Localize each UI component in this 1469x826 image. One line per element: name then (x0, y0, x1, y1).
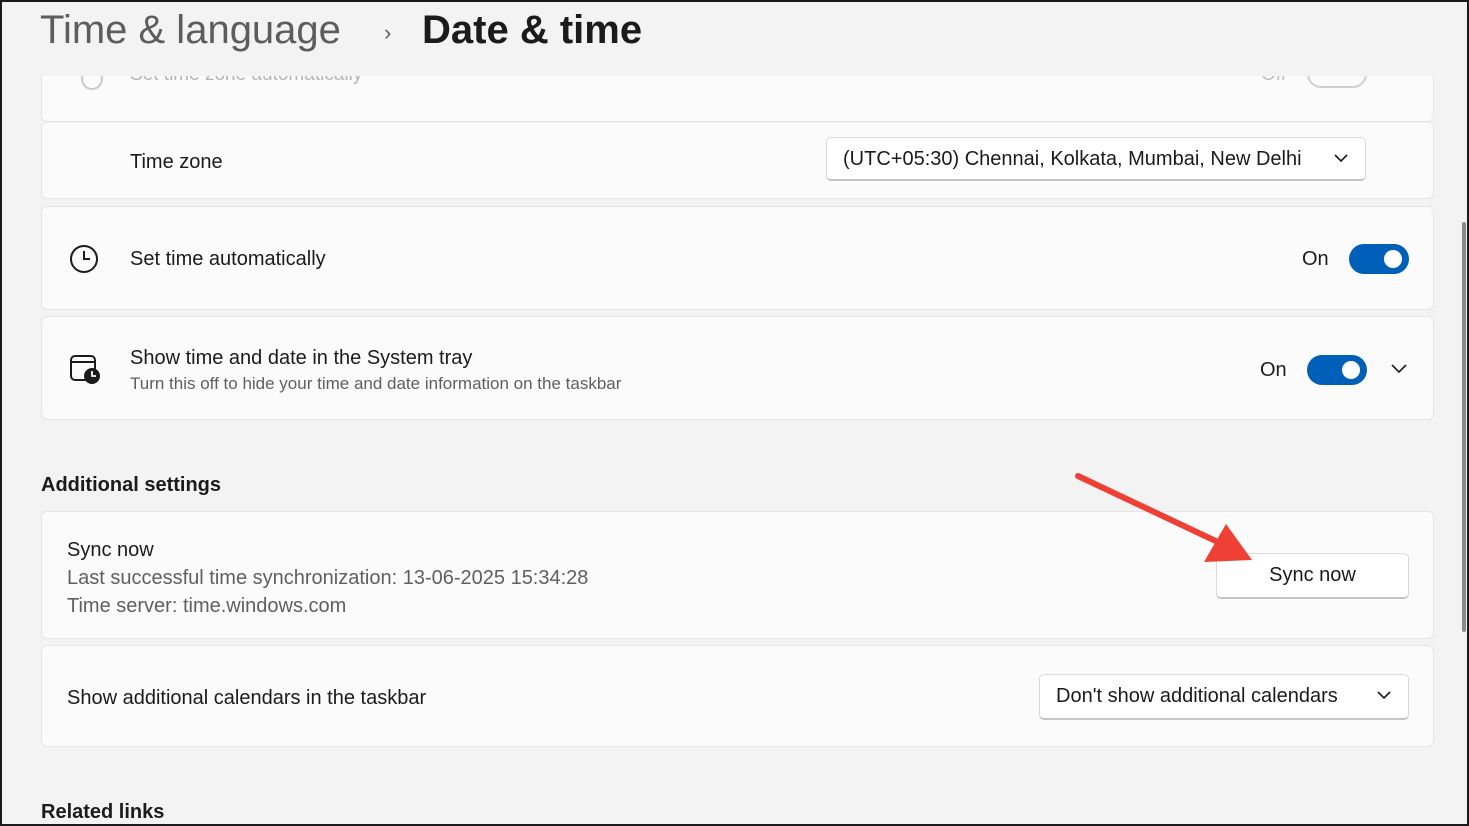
system-tray-label: Show time and date in the System tray (130, 347, 473, 369)
additional-settings-heading: Additional settings (41, 474, 221, 496)
toggle-knob (1384, 250, 1402, 268)
additional-calendars-label: Show additional calendars in the taskbar (67, 687, 427, 709)
chevron-down-icon[interactable] (1390, 359, 1408, 384)
additional-calendars-card: Show additional calendars in the taskbar… (41, 645, 1434, 747)
time-zone-card: Time zone (UTC+05:30) Chennai, Kolkata, … (41, 122, 1434, 199)
system-tray-state: On (1260, 359, 1287, 381)
additional-calendars-dropdown[interactable]: Don't show additional calendars (1039, 674, 1409, 720)
chevron-down-icon (1333, 146, 1349, 176)
set-time-auto-label: Set time automatically (130, 248, 326, 270)
system-tray-description: Turn this off to hide your time and date… (130, 374, 622, 393)
chevron-down-icon (1376, 683, 1392, 713)
related-links-heading: Related links (41, 801, 165, 823)
page-header: Time & language › Date & time (2, 2, 1467, 76)
scrollbar[interactable] (1462, 222, 1466, 632)
clock-icon (68, 243, 100, 280)
set-time-auto-card: Set time automatically On (41, 206, 1434, 310)
time-zone-value: (UTC+05:30) Chennai, Kolkata, Mumbai, Ne… (843, 148, 1302, 170)
page-title: Date & time (422, 8, 643, 52)
system-tray-toggle[interactable] (1307, 355, 1367, 385)
last-sync-text: Last successful time synchronization: 13… (67, 567, 589, 589)
additional-calendars-value: Don't show additional calendars (1056, 685, 1338, 707)
breadcrumb-separator-icon: › (384, 20, 392, 45)
calendar-clock-icon (68, 351, 104, 392)
breadcrumb-parent[interactable]: Time & language (40, 8, 341, 53)
sync-now-title: Sync now (67, 539, 154, 561)
set-time-auto-state: On (1302, 248, 1329, 270)
time-server-text: Time server: time.windows.com (67, 595, 347, 617)
set-time-auto-toggle[interactable] (1349, 244, 1409, 274)
toggle-knob (1342, 361, 1360, 379)
time-zone-dropdown[interactable]: (UTC+05:30) Chennai, Kolkata, Mumbai, Ne… (826, 137, 1366, 181)
annotation-arrow-icon (1075, 473, 1252, 562)
time-zone-label: Time zone (130, 151, 223, 173)
system-tray-card[interactable]: Show time and date in the System tray Tu… (41, 316, 1434, 420)
